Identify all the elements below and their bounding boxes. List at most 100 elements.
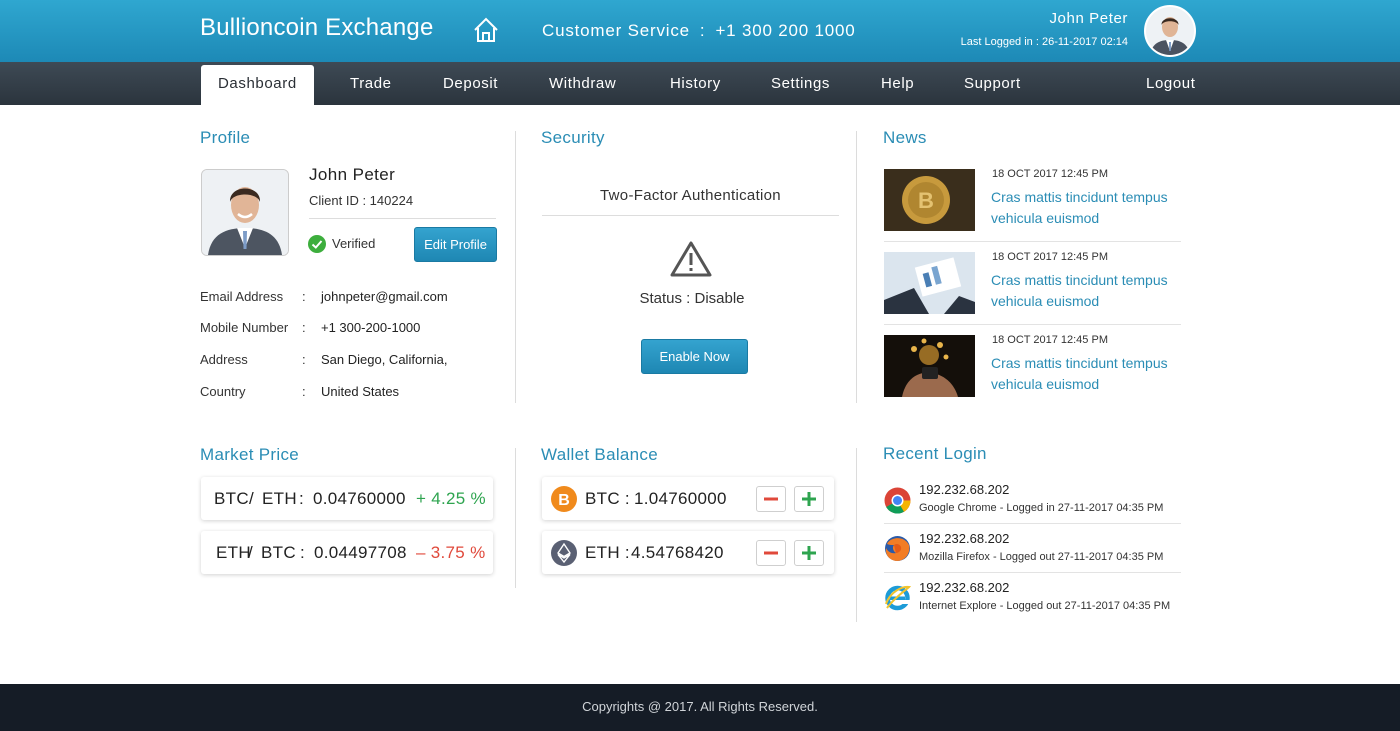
pair-price: 0.04760000 — [313, 489, 406, 508]
wallet-row: ETH : 4.54768420 — [542, 531, 834, 574]
news-thumbnail[interactable] — [884, 252, 975, 314]
bitcoin-coin-image-icon: B — [884, 169, 975, 231]
news-thumbnail[interactable]: B — [884, 169, 975, 231]
country-value: United States — [321, 384, 400, 399]
security-title: Security — [541, 128, 605, 147]
pair-base: BTC — [214, 489, 249, 508]
nav-history[interactable]: History — [670, 62, 721, 105]
top-header: Bullioncoin Exchange Customer Service: +1… — [0, 0, 1400, 62]
news-thumbnail[interactable] — [884, 335, 975, 397]
divider — [884, 241, 1181, 242]
email-label: Email Address — [200, 289, 284, 304]
avatar[interactable] — [1144, 5, 1196, 57]
price-change: – 3.75 % — [416, 543, 486, 562]
internet-explorer-icon — [885, 585, 911, 611]
address-value: San Diego, California, — [321, 352, 448, 367]
nav-dashboard[interactable]: Dashboard — [201, 65, 314, 105]
pair-price: 0.04497708 — [314, 543, 407, 562]
country-label: Country — [200, 384, 246, 399]
wallet-coin-label: ETH : — [585, 543, 630, 562]
profile-title: Profile — [200, 128, 251, 147]
news-headline[interactable]: Cras mattis tincidunt tempus vehicula eu… — [991, 353, 1191, 395]
market-price-title: Market Price — [200, 445, 300, 464]
customer-service-phone: +1 300 200 1000 — [715, 21, 856, 40]
nav-trade[interactable]: Trade — [350, 62, 392, 105]
footer: Copyrights @ 2017. All Rights Reserved. — [0, 684, 1400, 731]
withdraw-minus-button[interactable] — [756, 540, 786, 566]
brand-logo[interactable]: Bullioncoin Exchange — [200, 14, 434, 42]
mobile-colon: : — [302, 320, 306, 335]
warning-icon — [670, 241, 712, 277]
check-circle-icon — [308, 235, 326, 253]
deposit-plus-button[interactable] — [794, 486, 824, 512]
copyright-text: Copyrights @ 2017. All Rights Reserved. — [582, 699, 818, 714]
pair-quote: ETH — [262, 489, 297, 508]
divider — [884, 572, 1181, 573]
user-avatar-icon — [1146, 7, 1194, 55]
pair-slash: / — [249, 489, 255, 508]
nav-withdraw[interactable]: Withdraw — [549, 62, 616, 105]
recent-login-title: Recent Login — [883, 444, 987, 463]
home-icon[interactable] — [472, 16, 500, 44]
business-chart-image-icon — [884, 252, 975, 314]
email-colon: : — [302, 289, 306, 304]
nav-support[interactable]: Support — [964, 62, 1021, 105]
deposit-plus-button[interactable] — [794, 540, 824, 566]
plus-icon — [802, 546, 816, 560]
nav-settings[interactable]: Settings — [771, 62, 830, 105]
column-divider — [515, 131, 516, 403]
customer-service-label: Customer Service — [542, 21, 690, 40]
login-ip: 192.232.68.202 — [919, 580, 1010, 595]
pair-slash: / — [248, 543, 254, 562]
login-description: Internet Explore - Logged out 27-11-2017… — [919, 600, 1171, 612]
minus-icon — [764, 551, 778, 555]
pair-quote: BTC — [261, 543, 296, 562]
ethereum-icon — [551, 540, 577, 566]
news-headline[interactable]: Cras mattis tincidunt tempus vehicula eu… — [991, 270, 1191, 312]
header-user-name[interactable]: John Peter — [1049, 10, 1128, 27]
bitcoin-icon: B — [551, 486, 577, 512]
profile-photo — [201, 169, 289, 256]
column-divider — [856, 131, 857, 403]
edit-profile-button[interactable]: Edit Profile — [414, 227, 497, 262]
address-label: Address — [200, 352, 248, 367]
enable-now-button[interactable]: Enable Now — [641, 339, 748, 374]
user-photo-icon — [202, 170, 288, 255]
news-title: News — [883, 128, 927, 147]
mobile-label: Mobile Number — [200, 320, 289, 335]
mobile-value: +1 300-200-1000 — [321, 320, 421, 335]
profile-name: John Peter — [309, 165, 396, 184]
divider — [309, 218, 496, 219]
news-headline[interactable]: Cras mattis tincidunt tempus vehicula eu… — [991, 187, 1191, 229]
last-login-text: Last Logged in : 26-11-2017 02:14 — [960, 36, 1128, 48]
logout-link[interactable]: Logout — [1146, 62, 1195, 105]
wallet-row: B BTC : 1.04760000 — [542, 477, 834, 520]
firefox-icon — [885, 536, 910, 561]
pair-colon: : — [300, 543, 306, 562]
market-row: ETH / BTC : 0.04497708 – 3.75 % — [201, 531, 493, 574]
wallet-amount: 4.54768420 — [631, 543, 724, 562]
pair-base: ETH — [216, 543, 251, 562]
divider — [884, 523, 1181, 524]
login-ip: 192.232.68.202 — [919, 482, 1010, 497]
svg-text:B: B — [558, 492, 570, 509]
tfa-status: Status : Disable — [639, 290, 745, 307]
news-date: 18 OCT 2017 12:45 PM — [992, 334, 1108, 346]
email-value: johnpeter@gmail.com — [321, 289, 448, 304]
withdraw-minus-button[interactable] — [756, 486, 786, 512]
wallet-coin-label: BTC : — [585, 489, 630, 508]
country-colon: : — [302, 384, 306, 399]
login-description: Mozilla Firefox - Logged out 27-11-2017 … — [919, 551, 1164, 563]
address-colon: : — [302, 352, 306, 367]
two-factor-label: Two-Factor Authentication — [600, 187, 781, 204]
plus-icon — [802, 492, 816, 506]
client-id: Client ID : 140224 — [309, 193, 414, 208]
news-date: 18 OCT 2017 12:45 PM — [992, 251, 1108, 263]
nav-deposit[interactable]: Deposit — [443, 62, 498, 105]
column-divider — [856, 448, 857, 622]
nav-help[interactable]: Help — [881, 62, 914, 105]
customer-service: Customer Service: +1 300 200 1000 — [542, 21, 856, 41]
price-change: + 4.25 % — [416, 489, 486, 508]
customer-service-separator: : — [699, 21, 706, 40]
pair-colon: : — [299, 489, 305, 508]
